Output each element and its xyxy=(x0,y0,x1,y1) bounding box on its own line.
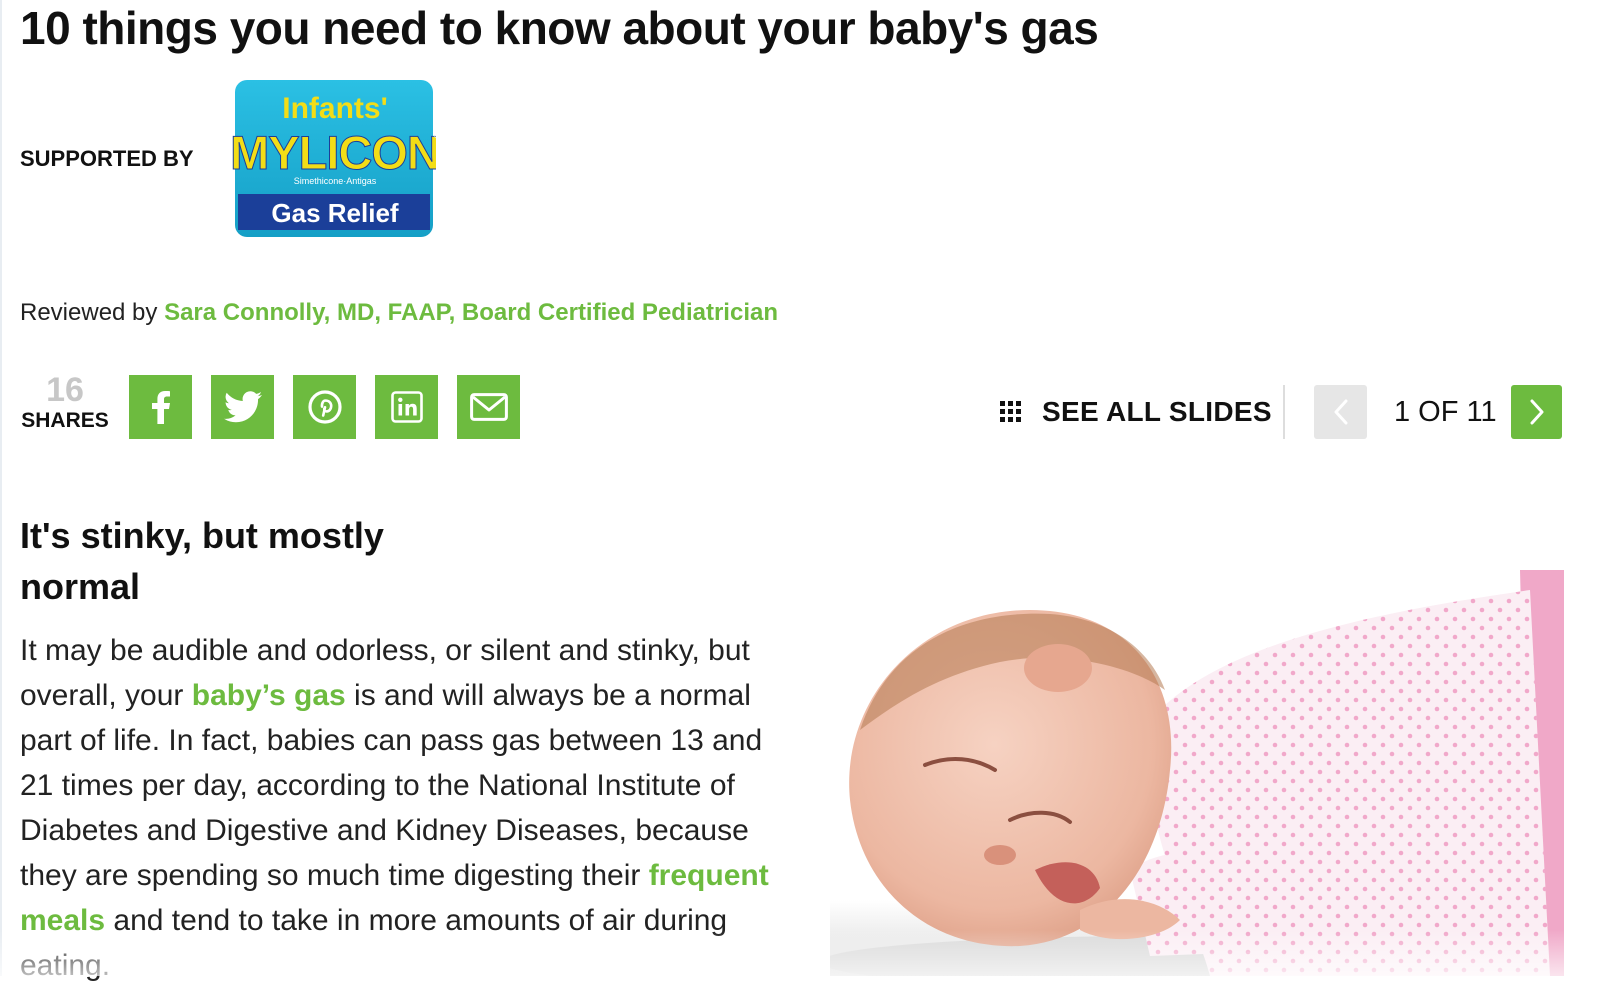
slide-title: It's stinky, but mostly normal xyxy=(20,515,384,607)
logo-banner-text: Gas Relief xyxy=(271,198,399,228)
share-count-number: 16 xyxy=(46,371,84,409)
see-all-slides-label: SEE ALL SLIDES xyxy=(1042,396,1272,427)
linkedin-icon xyxy=(390,391,423,423)
share-count-label: SHARES xyxy=(21,409,109,432)
email-icon xyxy=(469,393,508,421)
slide-image xyxy=(830,570,1564,976)
facebook-icon xyxy=(151,391,170,424)
page-edge xyxy=(0,0,2,976)
nav-divider xyxy=(1283,385,1285,439)
grid-icon xyxy=(1000,401,1021,422)
pinterest-icon xyxy=(307,390,342,424)
supported-by-label: SUPPORTED BY xyxy=(20,146,194,171)
reviewed-by-label: Reviewed by xyxy=(20,299,158,326)
share-count: 16 SHARES xyxy=(20,372,110,434)
next-slide-button[interactable] xyxy=(1511,385,1562,439)
babys-gas-link[interactable]: baby’s gas xyxy=(192,679,346,712)
reviewer-link[interactable]: Sara Connolly, MD, FAAP, Board Certified… xyxy=(164,299,778,326)
twitter-icon xyxy=(223,391,262,423)
share-pinterest-button[interactable] xyxy=(293,375,356,439)
logo-registered-mark: ® xyxy=(433,130,436,140)
bottom-fade xyxy=(0,930,1606,976)
sponsor-logo[interactable]: Infants' MYLICON ® Simethicone·Antigas G… xyxy=(232,80,436,238)
share-email-button[interactable] xyxy=(457,375,520,439)
share-linkedin-button[interactable] xyxy=(375,375,438,439)
logo-tagline-text: Simethicone·Antigas xyxy=(294,176,377,186)
share-twitter-button[interactable] xyxy=(211,375,274,439)
share-facebook-button[interactable] xyxy=(129,375,192,439)
see-all-slides-button[interactable]: SEE ALL SLIDES xyxy=(1000,396,1272,428)
prev-slide-button[interactable] xyxy=(1314,385,1367,439)
chevron-right-icon xyxy=(1530,399,1543,425)
reviewed-by-line: Reviewed by Sara Connolly, MD, FAAP, Boa… xyxy=(20,299,778,327)
logo-top-text: Infants' xyxy=(282,92,387,125)
slide-counter: 1 OF 11 xyxy=(1394,396,1497,428)
article-title: 10 things you need to know about your ba… xyxy=(20,2,1099,54)
chevron-left-icon xyxy=(1334,399,1347,425)
logo-brand-text: MYLICON xyxy=(232,126,436,179)
